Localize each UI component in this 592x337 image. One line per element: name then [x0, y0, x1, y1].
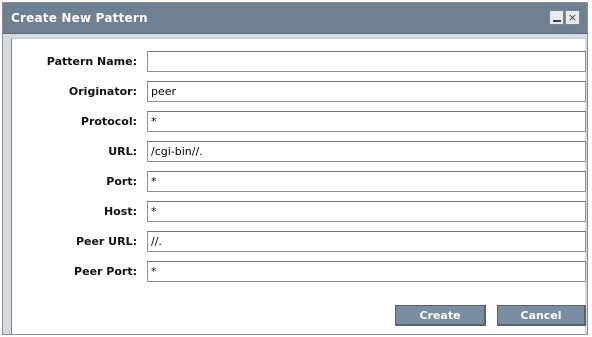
host-input[interactable]: [147, 201, 586, 222]
dialog-title: Create New Pattern: [11, 11, 148, 25]
originator-input[interactable]: [147, 81, 586, 102]
create-button[interactable]: Create: [395, 305, 486, 326]
peer-url-label: Peer URL:: [75, 235, 137, 248]
form-row-peer-port: Peer Port:: [12, 260, 586, 284]
url-input[interactable]: [147, 141, 586, 162]
protocol-input[interactable]: [147, 111, 586, 132]
create-pattern-dialog: Create New Pattern × Pattern Name: Origi…: [2, 2, 588, 335]
originator-label: Originator:: [68, 85, 137, 98]
close-icon[interactable]: ×: [565, 10, 580, 25]
form-panel: Pattern Name: Originator: Protocol: URL:…: [11, 38, 586, 334]
form-row-pattern-name: Pattern Name:: [12, 50, 586, 74]
form-row-originator: Originator:: [12, 80, 586, 104]
url-label: URL:: [108, 145, 137, 158]
minimize-icon[interactable]: [549, 10, 564, 25]
dialog-titlebar[interactable]: Create New Pattern ×: [3, 3, 587, 34]
port-label: Port:: [106, 175, 137, 188]
form-row-peer-url: Peer URL:: [12, 230, 586, 254]
host-label: Host:: [104, 205, 137, 218]
pattern-name-label: Pattern Name:: [46, 55, 137, 68]
cancel-button[interactable]: Cancel: [497, 305, 586, 326]
peer-port-input[interactable]: [147, 261, 586, 282]
peer-port-label: Peer Port:: [74, 265, 137, 278]
form-row-protocol: Protocol:: [12, 110, 586, 134]
form-row-url: URL:: [12, 140, 586, 164]
pattern-name-input[interactable]: [147, 51, 586, 72]
form-row-port: Port:: [12, 170, 586, 194]
protocol-label: Protocol:: [80, 115, 137, 128]
port-input[interactable]: [147, 171, 586, 192]
peer-url-input[interactable]: [147, 231, 586, 252]
form-row-host: Host:: [12, 200, 586, 224]
